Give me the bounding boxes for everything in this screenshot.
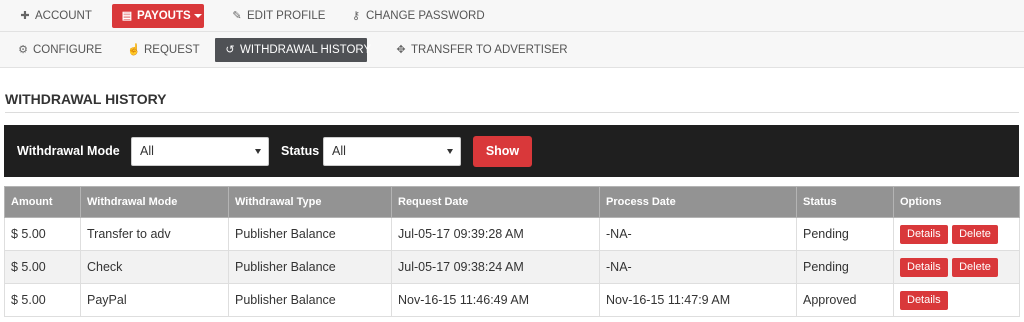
nav-change-password[interactable]: ⚷ CHANGE PASSWORD xyxy=(341,4,493,28)
table-row: $ 5.00 Transfer to adv Publisher Balance… xyxy=(4,217,1020,251)
subnav-configure-label: CONFIGURE xyxy=(33,44,102,56)
col-header-process-date: Process Date xyxy=(599,186,797,218)
cell-status: Pending xyxy=(796,217,894,251)
cell-mode: Check xyxy=(80,250,229,284)
cell-options: Details Delete xyxy=(893,250,1020,284)
key-icon: ⚷ xyxy=(351,10,361,22)
withdrawal-mode-label: Withdrawal Mode xyxy=(17,144,120,158)
subnav-request-label: REQUEST xyxy=(144,44,200,56)
nav-payouts-label: PAYOUTS xyxy=(137,10,191,22)
cell-type: Publisher Balance xyxy=(228,217,392,251)
subnav-configure[interactable]: ⚙ CONFIGURE xyxy=(8,38,110,62)
col-header-withdrawal-mode: Withdrawal Mode xyxy=(80,186,229,218)
subnav-withdrawal-history-label: WITHDRAWAL HISTORY xyxy=(240,44,372,56)
cell-status: Pending xyxy=(796,250,894,284)
chevron-down-icon xyxy=(447,149,453,154)
nav-edit-profile-label: EDIT PROFILE xyxy=(247,10,326,22)
cell-type: Publisher Balance xyxy=(228,250,392,284)
hand-pointer-icon: ☝ xyxy=(127,44,141,56)
credit-card-icon: ▤ xyxy=(121,10,133,22)
history-icon: ↺ xyxy=(225,44,235,56)
sub-nav: ⚙ CONFIGURE ☝ REQUEST ↺ WITHDRAWAL HISTORY … xyxy=(0,32,1024,68)
details-button[interactable]: Details xyxy=(900,257,948,277)
cell-request-date: Nov-16-15 11:46:49 AM xyxy=(391,283,600,317)
delete-button[interactable]: Delete xyxy=(952,257,998,277)
cell-amount: $ 5.00 xyxy=(4,217,81,251)
nav-change-password-label: CHANGE PASSWORD xyxy=(366,10,485,22)
cell-amount: $ 5.00 xyxy=(4,283,81,317)
col-header-amount: Amount xyxy=(4,186,81,218)
table-row: $ 5.00 PayPal Publisher Balance Nov-16-1… xyxy=(4,283,1020,317)
cell-mode: Transfer to adv xyxy=(80,217,229,251)
details-button[interactable]: Details xyxy=(900,224,948,244)
cell-type: Publisher Balance xyxy=(228,283,392,317)
cell-request-date: Jul-05-17 09:38:24 AM xyxy=(391,250,600,284)
cell-amount: $ 5.00 xyxy=(4,250,81,284)
cell-status: Approved xyxy=(796,283,894,317)
status-label: Status xyxy=(281,144,320,158)
cell-process-date: Nov-16-15 11:47:9 AM xyxy=(599,283,797,317)
cell-process-date: -NA- xyxy=(599,250,797,284)
nav-payouts[interactable]: ▤ PAYOUTS xyxy=(112,4,204,28)
edit-icon: ✎ xyxy=(232,10,242,22)
show-button[interactable]: Show xyxy=(473,136,532,167)
subnav-withdrawal-history[interactable]: ↺ WITHDRAWAL HISTORY xyxy=(215,38,371,62)
divider xyxy=(5,112,1019,113)
user-plus-icon: ✚ xyxy=(20,10,30,22)
status-value: All xyxy=(332,144,346,158)
chevron-down-icon xyxy=(193,13,202,18)
subnav-transfer-to-advertiser-label: TRANSFER TO ADVERTISER xyxy=(411,44,568,56)
cell-mode: PayPal xyxy=(80,283,229,317)
cell-options: Details Delete xyxy=(893,217,1020,251)
col-header-withdrawal-type: Withdrawal Type xyxy=(228,186,392,218)
top-nav: ✚ ACCOUNT ▤ PAYOUTS ✎ EDIT PROFILE ⚷ CHANGE … xyxy=(0,0,1024,32)
details-button[interactable]: Details xyxy=(900,290,948,310)
cell-options: Details xyxy=(893,283,1020,317)
nav-account-label: ACCOUNT xyxy=(35,10,92,22)
arrows-icon: ✥ xyxy=(396,44,406,56)
nav-account[interactable]: ✚ ACCOUNT xyxy=(10,4,100,28)
subnav-request[interactable]: ☝ REQUEST xyxy=(119,38,208,62)
withdrawal-mode-select[interactable]: All xyxy=(131,137,269,166)
chevron-down-icon xyxy=(255,149,261,154)
withdrawal-history-table: Amount Withdrawal Mode Withdrawal Type R… xyxy=(4,186,1020,317)
filter-bar: Withdrawal Mode All Status All Show xyxy=(4,125,1019,177)
col-header-status: Status xyxy=(796,186,894,218)
page-title: WITHDRAWAL HISTORY xyxy=(5,91,167,107)
delete-button[interactable]: Delete xyxy=(952,224,998,244)
status-select[interactable]: All xyxy=(323,137,461,166)
nav-edit-profile[interactable]: ✎ EDIT PROFILE xyxy=(222,4,333,28)
gear-icon: ⚙ xyxy=(18,44,28,56)
col-header-options: Options xyxy=(893,186,1020,218)
withdrawal-mode-value: All xyxy=(140,144,154,158)
table-row: $ 5.00 Check Publisher Balance Jul-05-17… xyxy=(4,250,1020,284)
cell-process-date: -NA- xyxy=(599,217,797,251)
col-header-request-date: Request Date xyxy=(391,186,600,218)
table-header-row: Amount Withdrawal Mode Withdrawal Type R… xyxy=(4,186,1020,218)
cell-request-date: Jul-05-17 09:39:28 AM xyxy=(391,217,600,251)
subnav-transfer-to-advertiser[interactable]: ✥ TRANSFER TO ADVERTISER xyxy=(386,38,576,62)
